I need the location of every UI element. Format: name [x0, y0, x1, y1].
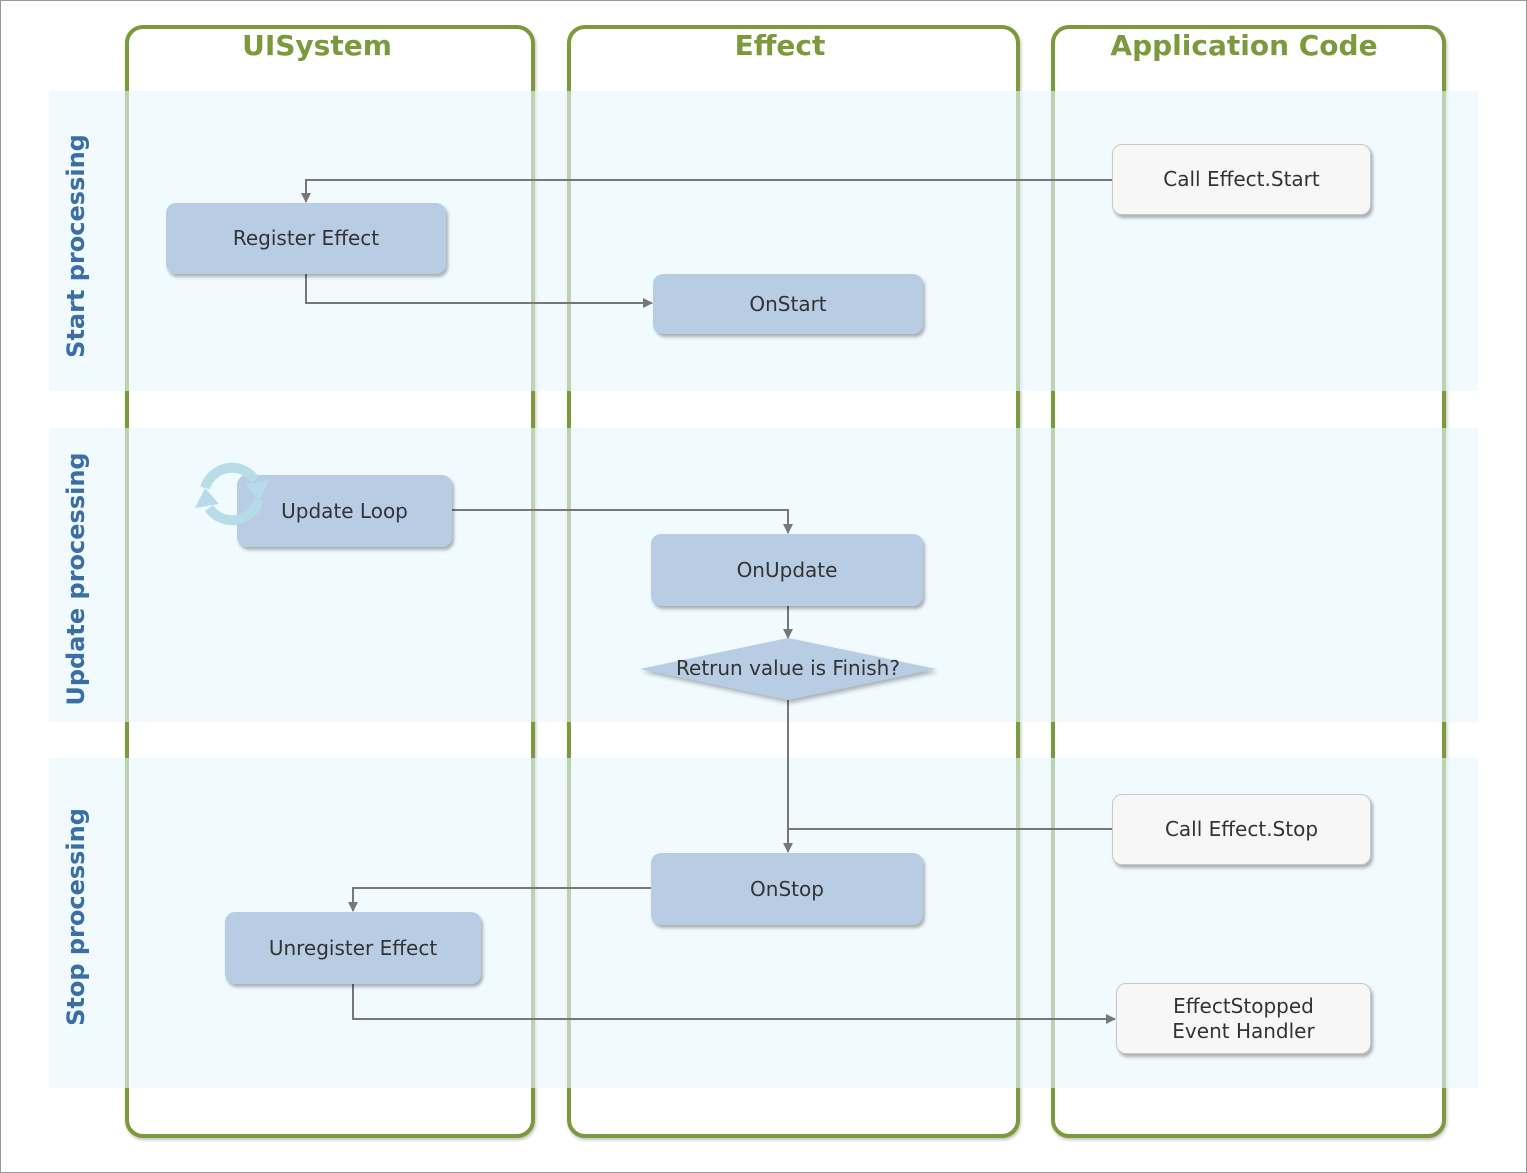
unregister-effect-node: Unregister Effect	[225, 912, 481, 984]
call-effect-start-node: Call Effect.Start	[1112, 144, 1371, 215]
effect-stopped-handler-node: EffectStopped Event Handler	[1116, 983, 1371, 1054]
call-effect-stop-node: Call Effect.Stop	[1112, 794, 1371, 865]
connector-unregister-to-handler	[352, 984, 1116, 1024]
refresh-loop-icon	[195, 462, 269, 526]
handler-line-2: Event Handler	[1172, 1018, 1315, 1043]
connector-start-to-register	[301, 179, 1112, 203]
connector-loop-to-onupdate	[452, 509, 793, 534]
connector-register-to-onstart	[305, 274, 653, 308]
connector-onstop-to-unregister	[348, 887, 651, 912]
swimlane-diagram: UISystem Effect Application Code Start p…	[0, 0, 1527, 1173]
onupdate-node: OnUpdate	[651, 534, 923, 606]
handler-line-1: EffectStopped	[1173, 993, 1314, 1018]
register-effect-node: Register Effect	[166, 203, 446, 274]
decision-label: Retrun value is Finish?	[676, 655, 900, 680]
onstart-node: OnStart	[653, 274, 923, 334]
onstop-node: OnStop	[651, 853, 923, 925]
